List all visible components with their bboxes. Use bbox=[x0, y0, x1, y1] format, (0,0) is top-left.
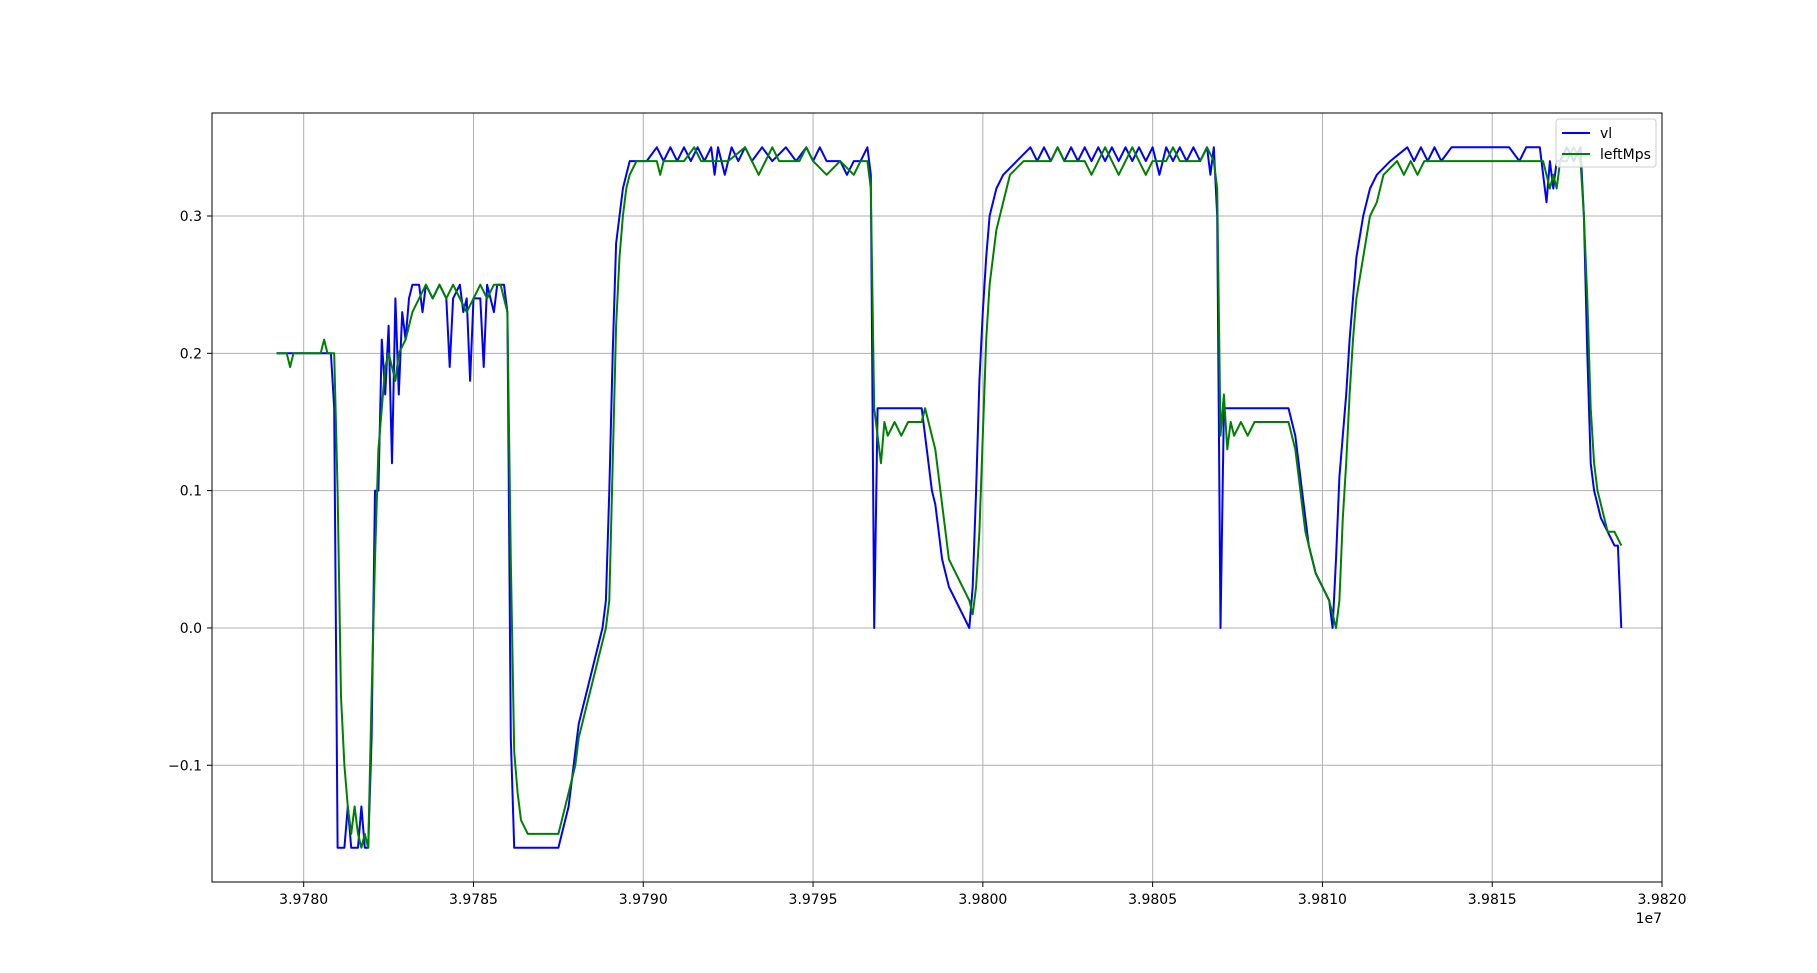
x-tick-label: 3.9815 bbox=[1468, 892, 1517, 908]
x-tick-label: 3.9785 bbox=[449, 892, 498, 908]
legend-label: leftMps bbox=[1600, 147, 1651, 163]
x-tick-label: 3.9790 bbox=[619, 892, 668, 908]
x-tick-label: 3.9780 bbox=[279, 892, 328, 908]
line-chart: 3.9780 3.9785 3.9790 3.9795 3.9800 3.9805 3.98… bbox=[0, 0, 1817, 973]
x-tick-label: 3.9805 bbox=[1128, 892, 1177, 908]
x-axis-offset-label: 1e7 bbox=[1636, 911, 1662, 927]
y-tick-label: 0.0 bbox=[180, 621, 202, 637]
y-tick-label: −0.1 bbox=[168, 758, 202, 774]
x-tick-label: 3.9800 bbox=[958, 892, 1007, 908]
y-tick-label: 0.1 bbox=[180, 484, 202, 500]
x-tick-label: 3.9820 bbox=[1638, 892, 1687, 908]
x-tick-label: 3.9795 bbox=[789, 892, 838, 908]
x-tick-label: 3.9810 bbox=[1298, 892, 1347, 908]
y-tick-label: 0.3 bbox=[180, 209, 202, 225]
y-tick-label: 0.2 bbox=[180, 346, 202, 362]
legend: vl leftMps bbox=[1555, 118, 1657, 168]
legend-label: vl bbox=[1600, 126, 1612, 142]
figure-background bbox=[0, 0, 1817, 973]
